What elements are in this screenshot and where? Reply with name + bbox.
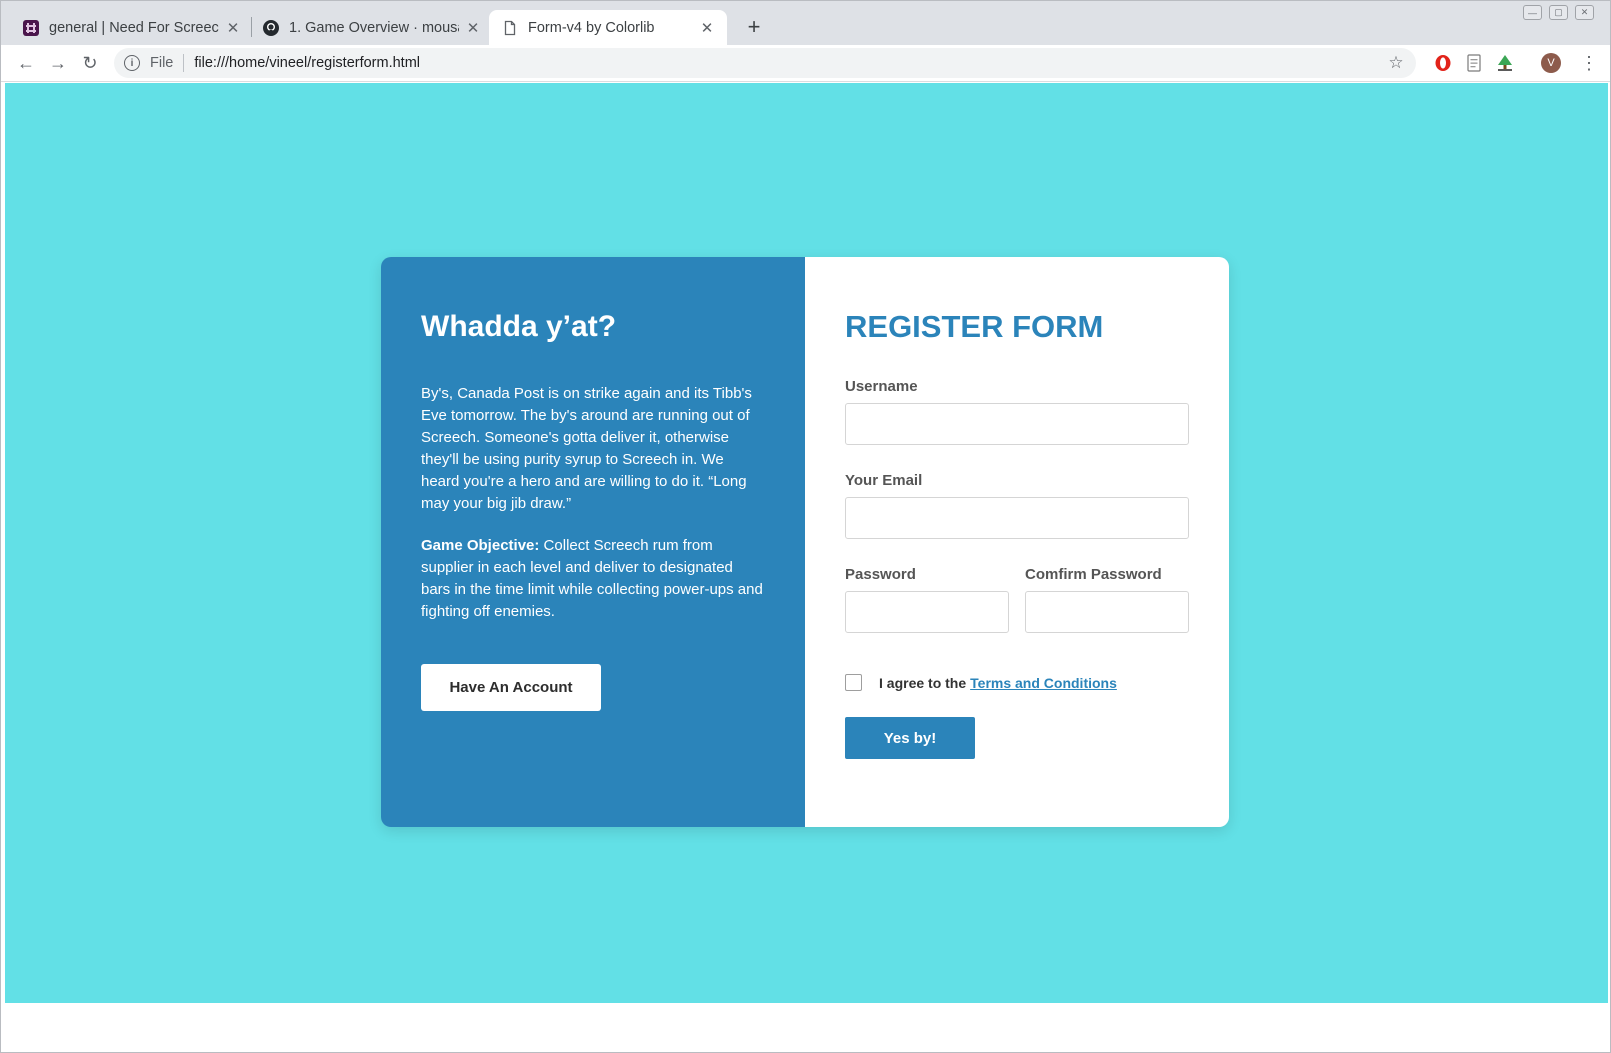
- github-icon: [263, 19, 279, 36]
- username-label: Username: [845, 378, 918, 395]
- divider: [183, 54, 185, 72]
- close-icon[interactable]: ✕: [225, 20, 241, 37]
- profile-avatar[interactable]: V: [1541, 53, 1561, 73]
- browser-window: general | Need For Screech ✕ 1. Game Ove…: [0, 0, 1611, 1053]
- agree-checkbox[interactable]: [845, 674, 862, 691]
- email-label: Your Email: [845, 472, 923, 489]
- browser-toolbar: ← → ↻ i File file:///home/vineel/registe…: [1, 45, 1610, 82]
- username-input[interactable]: [845, 403, 1189, 445]
- minimize-icon[interactable]: —: [1523, 5, 1542, 20]
- form-title: REGISTER FORM: [845, 309, 1104, 344]
- password-label: Password: [845, 566, 916, 583]
- back-arrow-icon[interactable]: ←: [14, 51, 38, 75]
- tab-title: Form-v4 by Colorlib: [528, 19, 655, 36]
- maximize-icon[interactable]: ▢: [1549, 5, 1568, 20]
- page-icon: [502, 20, 518, 36]
- submit-button[interactable]: Yes by!: [845, 717, 975, 759]
- register-card: Whadda y’at? By's, Canada Post is on str…: [381, 257, 1229, 827]
- bottom-blank-area: [5, 1003, 1608, 1051]
- confirm-password-label: Comfirm Password: [1025, 566, 1162, 583]
- close-icon[interactable]: ✕: [465, 20, 481, 37]
- info-icon[interactable]: i: [124, 55, 140, 71]
- tab-slack[interactable]: general | Need For Screech ✕: [23, 10, 241, 45]
- email-input[interactable]: [845, 497, 1189, 539]
- terms-link[interactable]: Terms and Conditions: [970, 675, 1117, 691]
- password-row: Password Comfirm Password: [845, 566, 1189, 660]
- tab-title: 1. Game Overview · mousa: [289, 19, 459, 36]
- tab-title: general | Need For Screech: [49, 19, 219, 36]
- url-text[interactable]: file:///home/vineel/registerform.html: [194, 55, 1384, 71]
- tab-strip: general | Need For Screech ✕ 1. Game Ove…: [1, 1, 1610, 45]
- tab-divider: [251, 17, 252, 37]
- agree-text: I agree to the: [879, 674, 967, 691]
- register-form: REGISTER FORM Username Your Email Passwo…: [805, 257, 1229, 827]
- reload-icon[interactable]: ↻: [78, 51, 102, 75]
- tab-form[interactable]: Form-v4 by Colorlib ✕: [489, 10, 727, 45]
- opera-extension-icon[interactable]: [1433, 53, 1453, 73]
- close-window-icon[interactable]: ✕: [1575, 5, 1594, 20]
- new-tab-button[interactable]: +: [742, 14, 766, 39]
- objective-text: Game Objective: Collect Screech rum from…: [421, 535, 765, 623]
- close-icon[interactable]: ✕: [699, 20, 715, 37]
- have-account-button[interactable]: Have An Account: [421, 664, 601, 711]
- intro-text: By's, Canada Post is on strike again and…: [421, 385, 752, 512]
- terms-agreement: I agree to the Terms and Conditions: [845, 674, 1189, 691]
- intro-heading: Whadda y’at?: [421, 310, 617, 343]
- page-viewport: Whadda y’at? By's, Canada Post is on str…: [5, 83, 1608, 1003]
- password-column: Password: [845, 566, 1009, 660]
- objective-label: Game Objective:: [421, 537, 540, 554]
- slack-icon: [23, 19, 39, 36]
- bookmark-star-icon[interactable]: ☆: [1384, 51, 1408, 75]
- document-extension-icon[interactable]: [1464, 53, 1484, 73]
- tab-github[interactable]: 1. Game Overview · mousa ✕: [263, 10, 481, 45]
- confirm-password-column: Comfirm Password: [1025, 566, 1189, 660]
- forward-arrow-icon[interactable]: →: [46, 51, 70, 75]
- password-input[interactable]: [845, 591, 1009, 633]
- address-bar[interactable]: i File file:///home/vineel/registerform.…: [114, 48, 1416, 78]
- url-scheme: File: [150, 55, 174, 71]
- confirm-password-input[interactable]: [1025, 591, 1189, 633]
- tree-extension-icon[interactable]: [1495, 53, 1515, 73]
- menu-dots-icon[interactable]: ⋮: [1577, 51, 1601, 75]
- intro-panel: Whadda y’at? By's, Canada Post is on str…: [381, 257, 805, 827]
